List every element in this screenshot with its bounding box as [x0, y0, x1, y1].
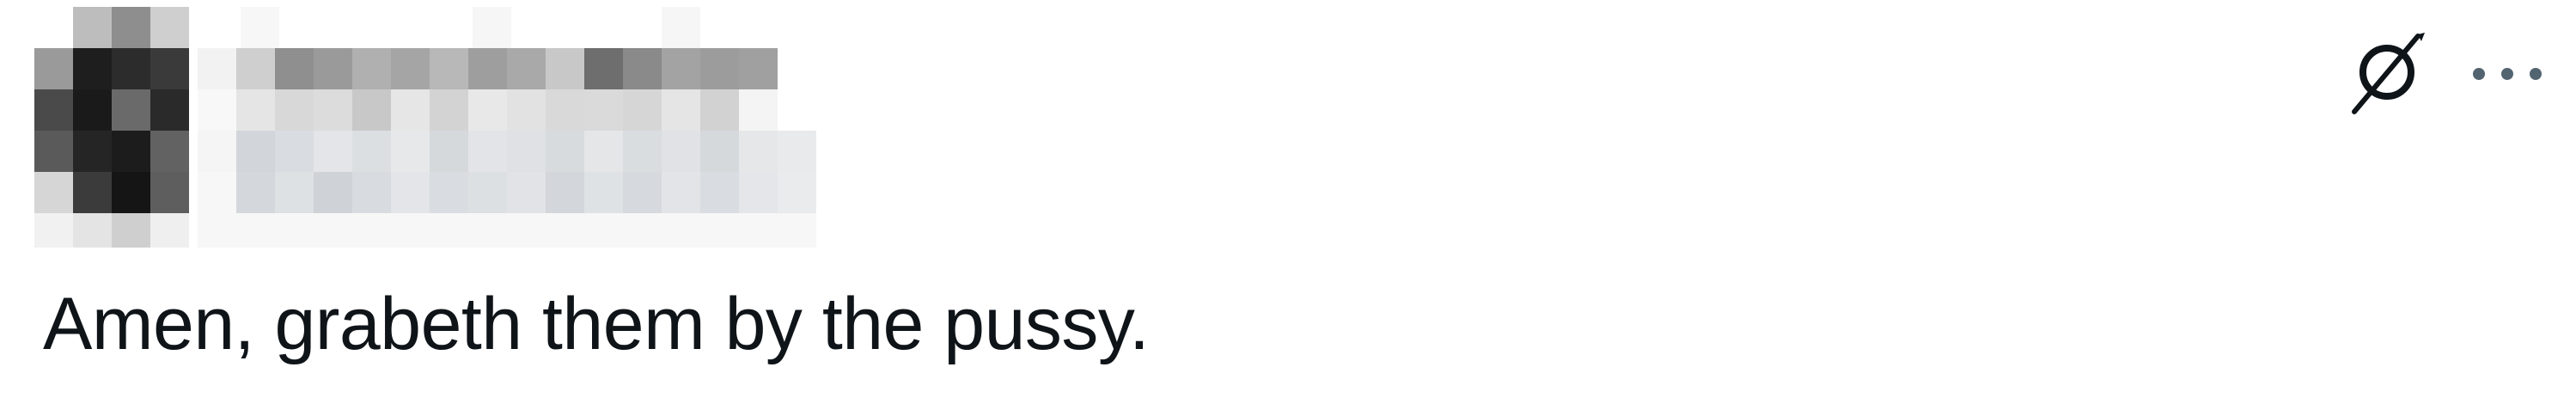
more-dot [2501, 68, 2513, 80]
post-text: Amen, grabeth them by the pussy. [43, 283, 1150, 365]
more-dot [2530, 68, 2542, 80]
post-actions [2344, 31, 2542, 117]
more-options-icon[interactable] [2473, 61, 2542, 87]
pixelated-author-text [198, 7, 816, 248]
grok-icon[interactable] [2344, 31, 2430, 117]
author-name-censored[interactable] [198, 7, 816, 248]
avatar-censored[interactable] [34, 7, 198, 248]
grok-icon-svg [2352, 33, 2425, 114]
post-card: Amen, grabeth them by the pussy. [0, 0, 2576, 404]
more-dot [2473, 68, 2485, 80]
pixelated-avatar-image [34, 7, 189, 248]
